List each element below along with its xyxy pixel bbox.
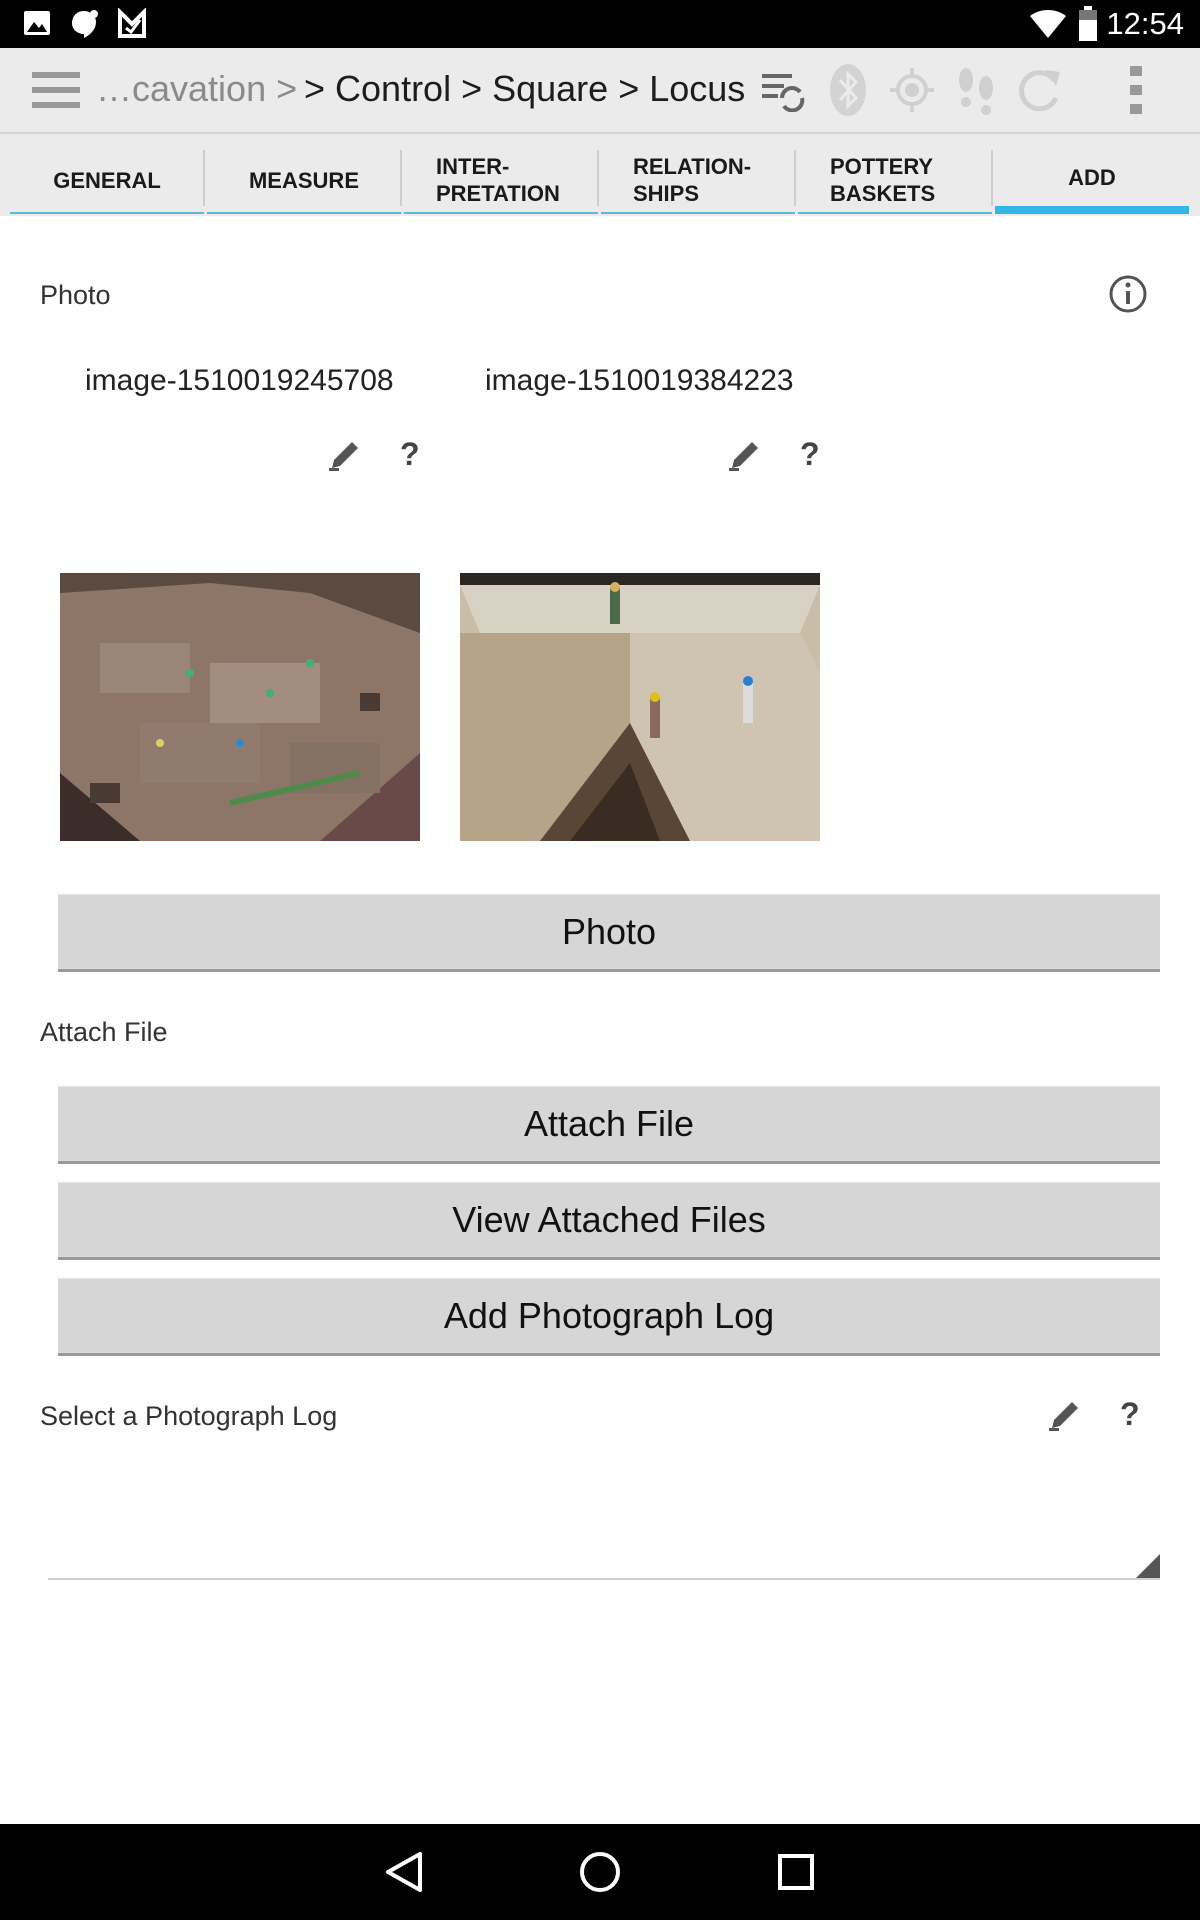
tab-label: GENERAL bbox=[53, 167, 161, 193]
pencil-icon[interactable] bbox=[1046, 1398, 1082, 1434]
tab-label-line2: BASKETS bbox=[830, 181, 936, 206]
battery-icon bbox=[1079, 6, 1097, 41]
help-icon[interactable]: ? bbox=[800, 436, 820, 473]
attach-file-label: Attach File bbox=[40, 1017, 168, 1047]
home-icon[interactable] bbox=[578, 1850, 622, 1894]
add-photograph-log-button[interactable]: Add Photograph Log bbox=[58, 1278, 1160, 1356]
tab-label: ADD bbox=[1068, 164, 1116, 190]
clock: 12:54 bbox=[1106, 6, 1184, 41]
image-filename: image-1510019384223 bbox=[485, 364, 794, 397]
tab-interpretation[interactable]: INTER- PRETATION bbox=[404, 148, 599, 214]
excavation-aerial-photo bbox=[60, 573, 420, 841]
tab-measure[interactable]: MEASURE bbox=[207, 148, 402, 214]
attach-file-button[interactable]: Attach File bbox=[58, 1086, 1160, 1164]
pencil-icon[interactable] bbox=[726, 438, 762, 474]
bluetooth-icon[interactable] bbox=[826, 62, 870, 118]
tab-label-line2: PRETATION bbox=[436, 181, 560, 206]
check-icon bbox=[118, 8, 146, 38]
tab-label-line2: SHIPS bbox=[633, 181, 700, 206]
photo-button[interactable]: Photo bbox=[58, 894, 1160, 972]
image-icon bbox=[24, 11, 50, 35]
menu-icon[interactable] bbox=[30, 68, 82, 112]
sync-list-icon[interactable] bbox=[760, 68, 806, 112]
help-icon[interactable]: ? bbox=[400, 436, 420, 473]
photograph-log-label: Select a Photograph Log bbox=[40, 1401, 338, 1431]
hangouts-icon bbox=[72, 10, 98, 38]
breadcrumb[interactable]: > Control > Square > Locus bbox=[304, 68, 745, 110]
tab-label-line1: INTER- bbox=[436, 154, 510, 179]
tab-add[interactable]: ADD bbox=[995, 148, 1189, 214]
tab-bar: GENERAL MEASURE INTER- PRETATION RELATION… bbox=[0, 134, 1200, 216]
refresh-icon[interactable] bbox=[1016, 64, 1064, 116]
overflow-menu-icon[interactable] bbox=[1124, 64, 1148, 116]
photo-thumbnail[interactable] bbox=[460, 573, 820, 841]
action-bar: …cavation > > Control > Square > Locus bbox=[0, 48, 1200, 134]
form-content: Photo image-1510019245708 image-15100193… bbox=[10, 216, 1190, 1824]
photo-label: Photo bbox=[40, 280, 111, 310]
breadcrumb-truncated[interactable]: …cavation > bbox=[96, 68, 297, 110]
photograph-log-select[interactable] bbox=[48, 1456, 1160, 1580]
wifi-icon bbox=[1030, 10, 1066, 38]
footsteps-icon[interactable] bbox=[954, 64, 998, 116]
navigation-bar bbox=[0, 1824, 1200, 1920]
recents-icon[interactable] bbox=[776, 1852, 816, 1892]
info-icon[interactable] bbox=[1108, 274, 1148, 314]
tab-label: MEASURE bbox=[248, 167, 359, 193]
help-icon[interactable]: ? bbox=[1120, 1396, 1140, 1433]
status-bar: 12:54 bbox=[0, 0, 1200, 48]
back-icon[interactable] bbox=[382, 1850, 426, 1894]
excavation-pit-photo bbox=[460, 573, 820, 841]
image-filename: image-1510019245708 bbox=[85, 364, 394, 397]
dropdown-corner-icon bbox=[1136, 1554, 1160, 1578]
tab-pottery-baskets[interactable]: POTTERY BASKETS bbox=[798, 148, 993, 214]
view-attached-files-button[interactable]: View Attached Files bbox=[58, 1182, 1160, 1260]
pencil-icon[interactable] bbox=[326, 438, 362, 474]
photo-thumbnail[interactable] bbox=[60, 573, 420, 841]
tab-relationships[interactable]: RELATION- SHIPS bbox=[601, 148, 796, 214]
tab-label-line1: POTTERY bbox=[830, 154, 934, 179]
tab-label-line1: RELATION- bbox=[633, 154, 752, 179]
tab-general[interactable]: GENERAL bbox=[10, 148, 205, 214]
gps-icon[interactable] bbox=[888, 66, 936, 114]
